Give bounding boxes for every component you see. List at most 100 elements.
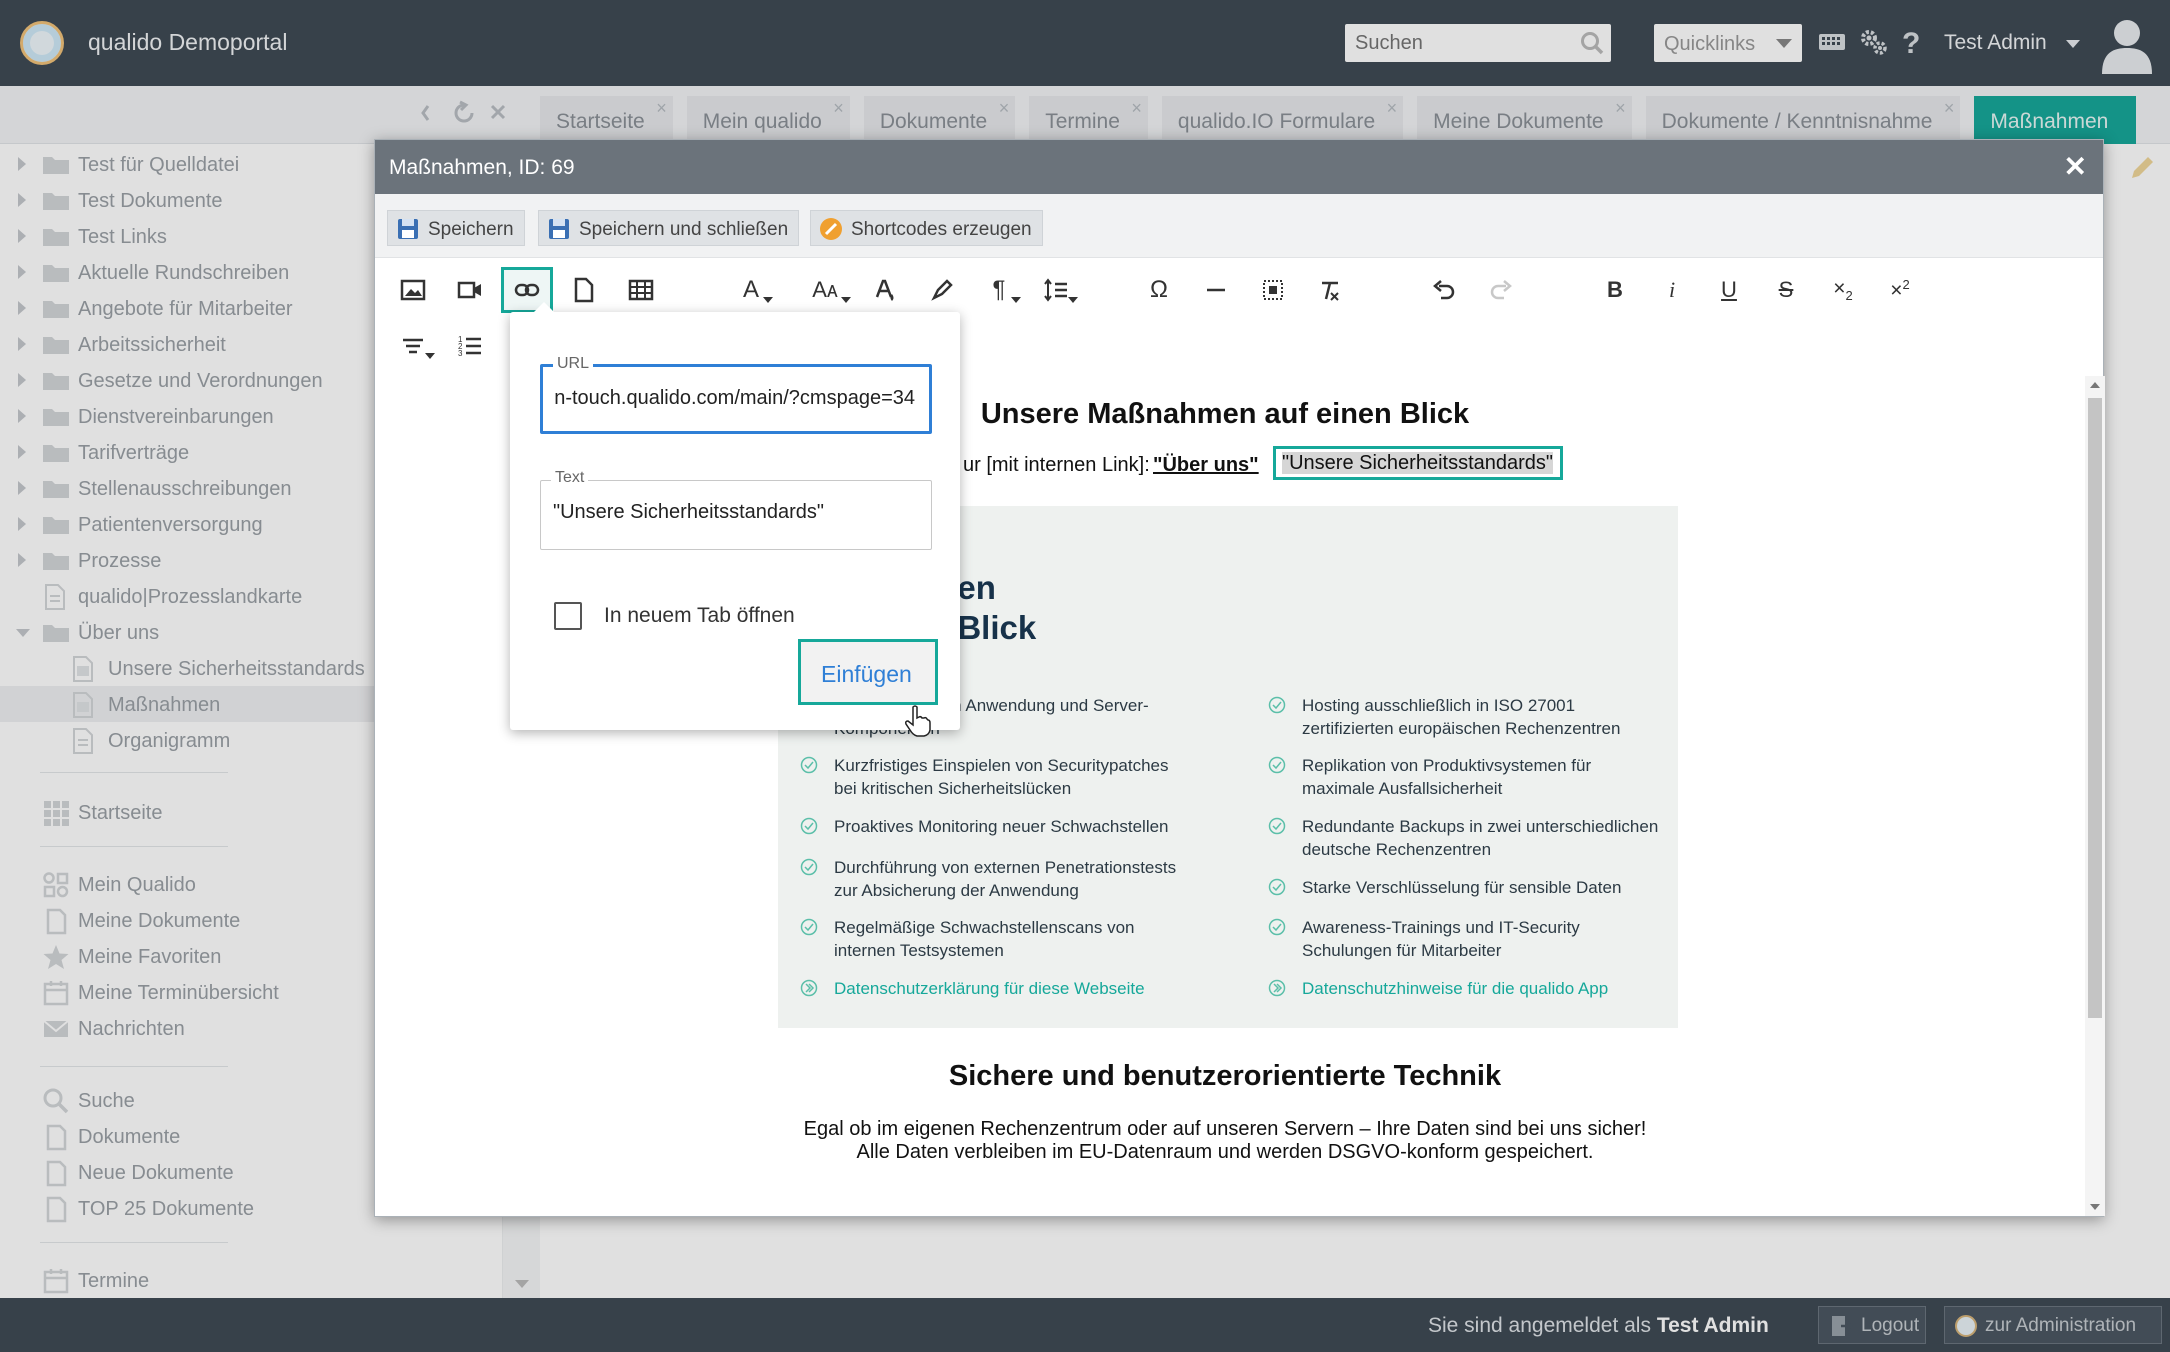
chevron-down-icon[interactable]	[2090, 1204, 2100, 1210]
save-and-close-button[interactable]: Speichern und schließen	[538, 210, 800, 246]
italic-button[interactable]: i	[1646, 267, 1698, 313]
insert-link-popup: URL Text In neuem Tab öffnen Einfügen	[510, 302, 960, 737]
feature-link-text: Datenschutzerklärung für diese Webseite	[834, 979, 1145, 998]
highlighter-icon	[931, 279, 953, 301]
paragraph-format-button[interactable]: ¶	[973, 267, 1025, 313]
text-label: Text	[551, 469, 589, 487]
new-tab-checkbox[interactable]	[554, 602, 582, 630]
dialog-title: Maßnahmen, ID: 69	[389, 156, 575, 179]
underline-icon: U	[1721, 277, 1737, 302]
new-tab-label: In neuem Tab öffnen	[604, 604, 795, 627]
feature-text: Kurzfristiges Einspielen von Securitypat…	[834, 756, 1169, 798]
scrollbar-thumb[interactable]	[2088, 398, 2102, 1018]
insert-table-button[interactable]	[615, 267, 667, 313]
align-button[interactable]	[387, 323, 439, 369]
arrow-circle-icon	[1268, 979, 1286, 997]
redo-button[interactable]	[1475, 267, 1527, 313]
editor-scrollbar[interactable]	[2085, 376, 2105, 1216]
align-icon	[403, 338, 423, 354]
feature-text: Durchführung von externen Penetrationste…	[834, 858, 1177, 900]
superscript-button[interactable]: ×2	[1874, 267, 1926, 313]
omega-icon: Ω	[1150, 276, 1168, 303]
insert-file-button[interactable]	[558, 267, 610, 313]
background-color-button[interactable]	[916, 267, 968, 313]
link-icon	[514, 283, 540, 297]
feature-text: Hosting ausschließlich in ISO 27001 zert…	[1302, 696, 1621, 738]
clear-formatting-button[interactable]	[1304, 267, 1356, 313]
save-and-close-label: Speichern und schließen	[579, 219, 789, 240]
horizontal-line-button[interactable]	[1190, 267, 1242, 313]
chevron-down-icon	[1068, 297, 1078, 303]
font-family-icon: A	[742, 276, 759, 303]
feature-text: Proaktives Monitoring neuer Schwachstell…	[834, 817, 1169, 836]
dialog-titlebar[interactable]: Maßnahmen, ID: 69 ✕	[375, 140, 2103, 194]
font-size-icon: Aᴀ	[812, 277, 838, 302]
video-icon	[457, 281, 481, 299]
image-icon	[400, 279, 426, 301]
text-color-button[interactable]	[859, 267, 911, 313]
floppy-disk-icon	[398, 219, 418, 239]
strikethrough-icon: S	[1778, 277, 1794, 302]
link-text-input[interactable]	[553, 501, 913, 524]
font-family-button[interactable]: A	[725, 267, 777, 313]
undo-icon	[1433, 280, 1455, 300]
feature-text: Starke Verschlüsselung für sensible Date…	[1302, 878, 1622, 897]
shortcodes-button[interactable]: Shortcodes erzeugen	[810, 210, 1043, 246]
line-height-icon	[1044, 278, 1067, 302]
shortcode-icon	[820, 218, 842, 240]
shortcodes-label: Shortcodes erzeugen	[851, 219, 1032, 240]
ordered-list-button[interactable]: 123	[444, 323, 496, 369]
url-label: URL	[553, 355, 594, 373]
url-input[interactable]	[555, 387, 915, 410]
floppy-disk-icon	[549, 219, 569, 239]
check-circle-icon	[800, 858, 818, 876]
svg-text:3: 3	[458, 349, 463, 358]
chevron-down-icon	[425, 353, 435, 359]
special-characters-button[interactable]: Ω	[1133, 267, 1185, 313]
undo-button[interactable]	[1418, 267, 1470, 313]
chevron-down-icon	[1011, 297, 1021, 303]
ordered-list-icon: 123	[458, 335, 481, 358]
insert-video-button[interactable]	[444, 267, 496, 313]
check-circle-icon	[800, 756, 818, 774]
check-circle-icon	[1268, 696, 1286, 714]
content-heading-2: Sichere und benutzerorientierte Technik	[948, 1060, 1502, 1092]
content-link-text: "Unsere Sicherheitsstandards"	[1282, 452, 1553, 474]
clear-formatting-icon	[1322, 281, 1339, 301]
check-circle-icon	[1268, 918, 1286, 936]
file-icon	[574, 277, 594, 303]
content-link-ueber-uns[interactable]: "Über uns"	[1153, 454, 1259, 477]
insert-button[interactable]: Einfügen	[798, 639, 938, 705]
subscript-icon: ×2	[1833, 276, 1853, 304]
select-all-button[interactable]	[1247, 267, 1299, 313]
text-color-icon	[875, 279, 894, 301]
bold-button[interactable]: B	[1589, 267, 1641, 313]
line-height-button[interactable]	[1030, 267, 1082, 313]
check-circle-icon	[800, 918, 818, 936]
save-button[interactable]: Speichern	[387, 210, 525, 246]
chevron-up-icon[interactable]	[2090, 382, 2100, 388]
content-link-intro: ur [mit internen Link]:	[963, 454, 1150, 476]
text-field[interactable]: Text	[540, 469, 932, 550]
underline-button[interactable]: U	[1703, 267, 1755, 313]
save-label: Speichern	[428, 219, 514, 240]
feature-text: Redundante Backups in zwei unterschiedli…	[1302, 817, 1659, 859]
check-circle-icon	[1268, 817, 1286, 835]
feature-text: Awareness-Trainings und IT-Security Schu…	[1302, 918, 1580, 960]
font-size-button[interactable]: Aᴀ	[795, 267, 855, 313]
close-icon[interactable]: ✕	[2064, 150, 2087, 183]
insert-image-button[interactable]	[387, 267, 439, 313]
hand-cursor-icon	[905, 705, 931, 737]
content-link-selected[interactable]: "Unsere Sicherheitsstandards"	[1273, 446, 1563, 480]
check-circle-icon	[800, 817, 818, 835]
subscript-button[interactable]: ×2	[1817, 267, 1869, 313]
strikethrough-button[interactable]: S	[1760, 267, 1812, 313]
url-field[interactable]: URL	[540, 355, 932, 434]
chevron-down-icon	[841, 297, 851, 303]
chevron-down-icon	[763, 297, 773, 303]
italic-icon: i	[1668, 277, 1676, 302]
select-all-icon	[1263, 280, 1283, 300]
arrow-circle-icon	[800, 979, 818, 997]
bold-icon: B	[1607, 277, 1623, 302]
paragraph-icon: ¶	[992, 276, 1006, 303]
